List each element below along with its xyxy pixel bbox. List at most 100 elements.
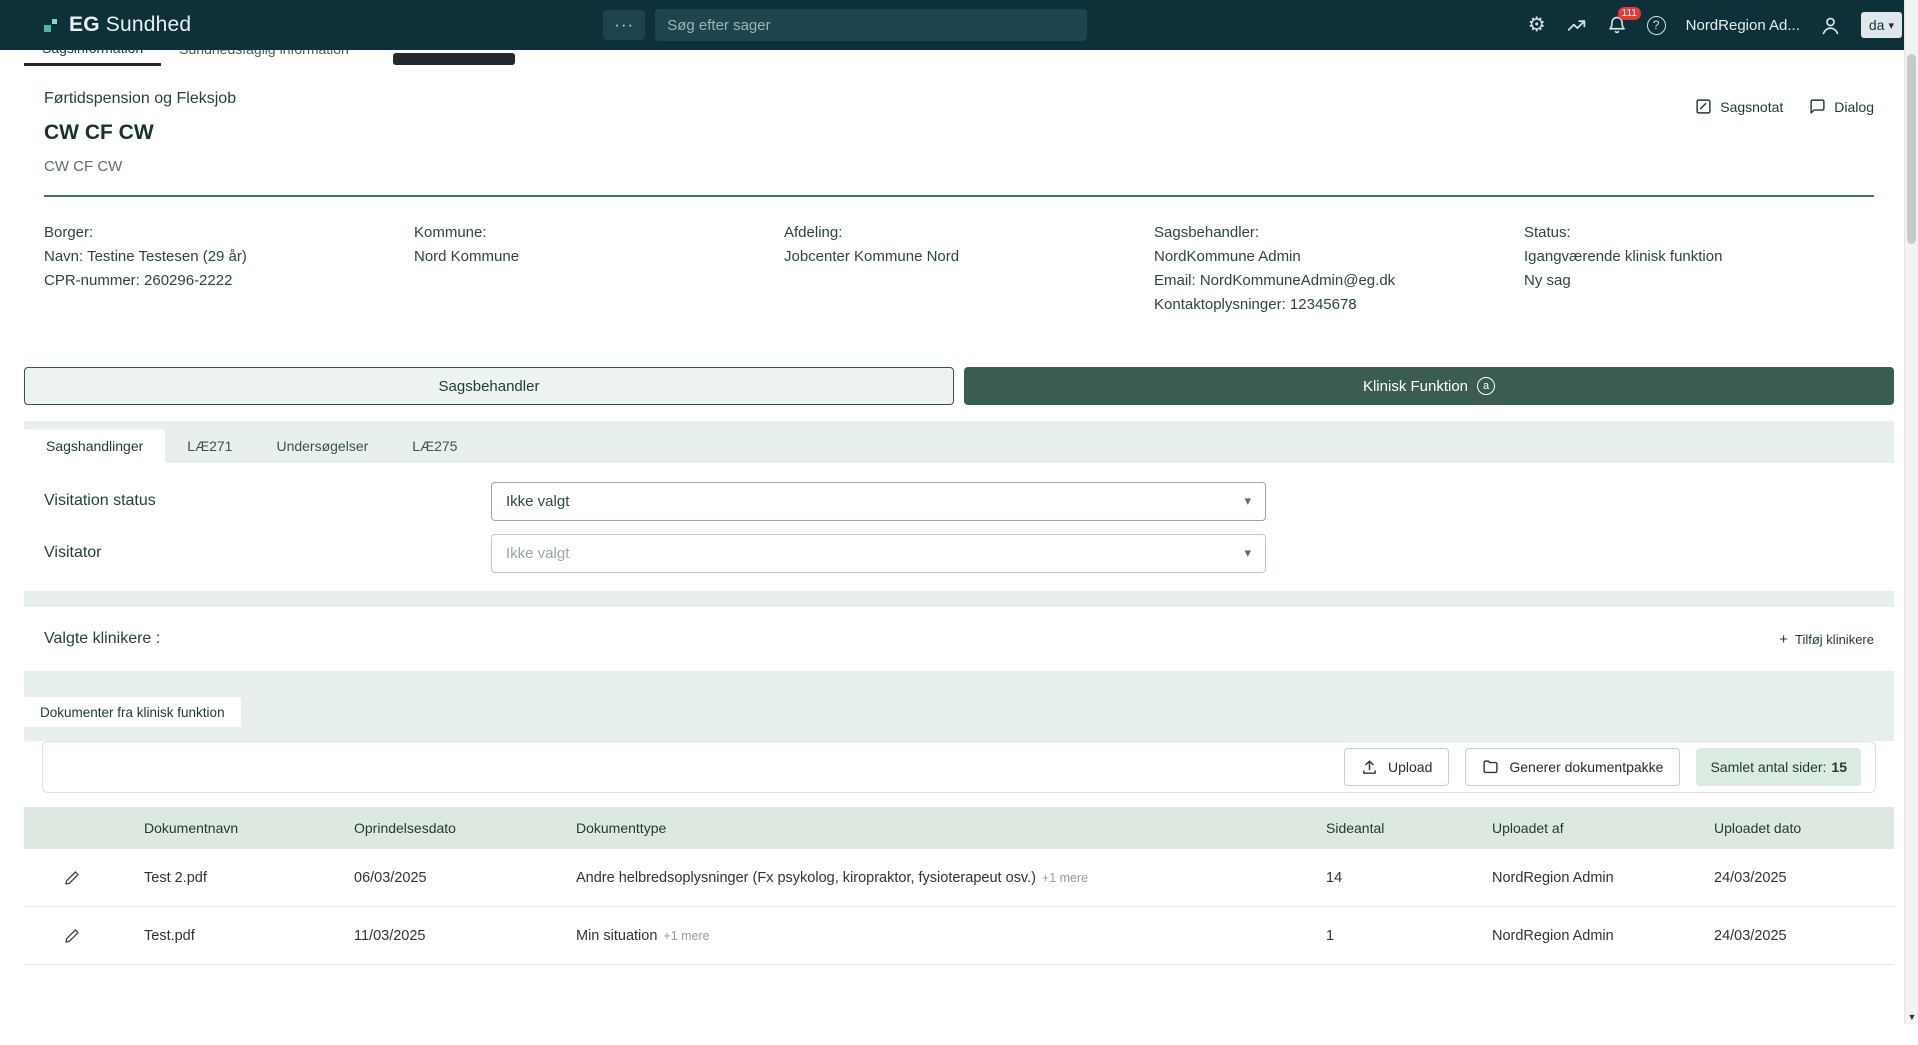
- info-sagsbehandler: Sagsbehandler: NordKommune Admin Email: …: [1154, 221, 1504, 317]
- case-title: CW CF CW: [44, 121, 236, 145]
- document-pages: 14: [1302, 870, 1468, 886]
- info-afdeling: Afdeling: Jobcenter Kommune Nord: [784, 221, 1134, 317]
- tab-lae275[interactable]: LÆ275: [390, 429, 479, 463]
- pencil-icon: [64, 928, 80, 944]
- info-kommune: Kommune: Nord Kommune: [414, 221, 764, 317]
- tilfoej-klinikere-button[interactable]: + Tilføj klinikere: [1779, 631, 1874, 648]
- account-icon[interactable]: [1820, 15, 1841, 36]
- documents-panel: Upload Generer dokumentpakke Samlet anta…: [24, 741, 1894, 1045]
- statistics-trend-icon[interactable]: [1566, 15, 1587, 36]
- document-type: Min situation +1 mere: [552, 928, 1302, 944]
- valgte-klinikere-bar: Valgte klinikere : + Tilføj klinikere: [24, 607, 1894, 671]
- status-label: Status:: [1524, 221, 1874, 245]
- scroll-down-arrow[interactable]: ▼: [1905, 1012, 1918, 1022]
- more-options-button[interactable]: ···: [603, 10, 645, 40]
- upload-label: Upload: [1388, 759, 1432, 775]
- app-logo[interactable]: EG Sundhed: [44, 13, 191, 37]
- chevron-down-icon: ▾: [1888, 19, 1894, 32]
- documents-toolbar: Upload Generer dokumentpakke Samlet anta…: [42, 741, 1876, 793]
- klinisk-funktion-button[interactable]: Klinisk Funktion a: [964, 367, 1894, 405]
- visitator-row: Visitator Ikke valgt ▾: [44, 531, 1874, 575]
- case-actions-section: Sagshandlinger LÆ271 Undersøgelser LÆ275…: [24, 421, 1894, 1045]
- edit-document-button[interactable]: [24, 870, 120, 886]
- brand-bold: EG: [69, 13, 100, 36]
- case-titles: Førtidspension og Fleksjob CW CF CW CW C…: [44, 90, 236, 175]
- pencil-icon: [64, 870, 80, 886]
- tab-undersoegelser[interactable]: Undersøgelser: [254, 429, 390, 463]
- document-type-text: Min situation: [576, 928, 657, 944]
- col-dokumentnavn: Dokumentnavn: [120, 820, 330, 836]
- chevron-down-icon: ▾: [1244, 545, 1251, 561]
- visitator-select[interactable]: Ikke valgt ▾: [491, 534, 1266, 573]
- brand-name: EG Sundhed: [69, 13, 191, 37]
- tab-lae271[interactable]: LÆ271: [165, 429, 254, 463]
- brand-light: Sundhed: [106, 13, 191, 36]
- upload-icon: [1361, 759, 1378, 776]
- visitation-status-label: Visitation status: [44, 492, 491, 510]
- notifications-bell-icon[interactable]: 111: [1607, 15, 1627, 35]
- tilfoej-klinikere-label: Tilføj klinikere: [1795, 632, 1874, 647]
- tab-sagshandlinger[interactable]: Sagshandlinger: [24, 429, 165, 463]
- eg-logo-icon: [44, 16, 59, 34]
- total-pages-badge: Samlet antal sider: 15: [1696, 748, 1861, 786]
- sagsbehandler-button[interactable]: Sagsbehandler: [24, 367, 954, 405]
- dialog-button[interactable]: Dialog: [1809, 98, 1874, 115]
- help-icon[interactable]: ?: [1647, 16, 1666, 35]
- scrollbar-thumb[interactable]: [1907, 54, 1916, 244]
- col-dokumenttype: Dokumenttype: [552, 820, 1302, 836]
- search-input[interactable]: [655, 9, 1087, 41]
- plus-icon: +: [1779, 631, 1788, 648]
- table-row: Test.pdf 11/03/2025 Min situation+1 mere…: [24, 907, 1894, 965]
- dialog-label: Dialog: [1834, 99, 1874, 115]
- total-pages-value: 15: [1831, 759, 1847, 775]
- status-sub: Ny sag: [1524, 269, 1874, 293]
- generer-dokumentpakke-button[interactable]: Generer dokumentpakke: [1465, 748, 1680, 786]
- role-switch-buttons: Sagsbehandler Klinisk Funktion a: [24, 367, 1894, 405]
- vertical-scrollbar[interactable]: ▼: [1904, 0, 1918, 1024]
- settings-gear-icon[interactable]: ⚙: [1528, 15, 1546, 35]
- visitator-placeholder: Ikke valgt: [506, 545, 569, 562]
- visitation-status-value: Ikke valgt: [506, 493, 569, 510]
- table-row: Test 2.pdf 06/03/2025 Andre helbredsoply…: [24, 849, 1894, 907]
- page-tabs-cutoff: Sagsinformation Sundhedsfaglig informati…: [0, 50, 1918, 66]
- chat-bubble-icon: [1809, 98, 1826, 115]
- chevron-down-icon: ▾: [1244, 493, 1251, 509]
- topbar-actions: ⚙ 111 ? NordRegion Ad... da ▾: [1528, 12, 1902, 38]
- kommune-value: Nord Kommune: [414, 245, 764, 269]
- afdeling-label: Afdeling:: [784, 221, 1134, 245]
- sagsnotat-button[interactable]: Sagsnotat: [1695, 98, 1783, 115]
- edit-document-button[interactable]: [24, 928, 120, 944]
- language-selector[interactable]: da ▾: [1861, 12, 1902, 38]
- document-name: Test 2.pdf: [120, 870, 330, 886]
- case-actions: Sagsnotat Dialog: [1695, 90, 1874, 175]
- document-type-text: Andre helbredsoplysninger (Fx psykolog, …: [576, 870, 1036, 886]
- tab-dokumenter-fra-klinisk-funktion[interactable]: Dokumenter fra klinisk funktion: [24, 697, 241, 727]
- col-sideantal: Sideantal: [1302, 820, 1468, 836]
- case-info-grid: Borger: Navn: Testine Testesen (29 år) C…: [44, 197, 1874, 353]
- user-name[interactable]: NordRegion Ad...: [1686, 17, 1800, 34]
- visitation-status-row: Visitation status Ikke valgt ▾: [44, 479, 1874, 523]
- document-origin-date: 06/03/2025: [330, 870, 552, 886]
- valgte-klinikere-label: Valgte klinikere :: [44, 630, 160, 648]
- top-navigation-bar: EG Sundhed ··· ⚙ 111 ? NordRegion Ad...: [0, 0, 1918, 50]
- more-types-label: +1 mere: [663, 929, 709, 943]
- kommune-label: Kommune:: [414, 221, 764, 245]
- tab-sagsinformation[interactable]: Sagsinformation: [24, 50, 161, 66]
- sagsbehandler-email: Email: NordKommuneAdmin@eg.dk: [1154, 269, 1504, 293]
- info-status: Status: Igangværende klinisk funktion Ny…: [1524, 221, 1874, 317]
- dark-overlay-fragment: [393, 53, 515, 65]
- folder-icon: [1482, 759, 1499, 776]
- upload-button[interactable]: Upload: [1344, 748, 1449, 786]
- sagsbehandler-button-label: Sagsbehandler: [439, 378, 540, 395]
- documents-tab-row: Dokumenter fra klinisk funktion: [24, 697, 1894, 727]
- document-origin-date: 11/03/2025: [330, 928, 552, 944]
- case-header: Førtidspension og Fleksjob CW CF CW CW C…: [0, 66, 1918, 353]
- notification-count-badge: 111: [1618, 7, 1641, 20]
- sagsbehandler-label: Sagsbehandler:: [1154, 221, 1504, 245]
- document-uploaded-by: NordRegion Admin: [1468, 870, 1690, 886]
- tab-sundhedsfaglig-information[interactable]: Sundhedsfaglig information: [161, 50, 367, 66]
- sagshandlinger-tabs: Sagshandlinger LÆ271 Undersøgelser LÆ275: [24, 421, 1894, 463]
- sagsbehandler-name: NordKommune Admin: [1154, 245, 1504, 269]
- visitation-status-select[interactable]: Ikke valgt ▾: [491, 482, 1266, 521]
- afdeling-value: Jobcenter Kommune Nord: [784, 245, 1134, 269]
